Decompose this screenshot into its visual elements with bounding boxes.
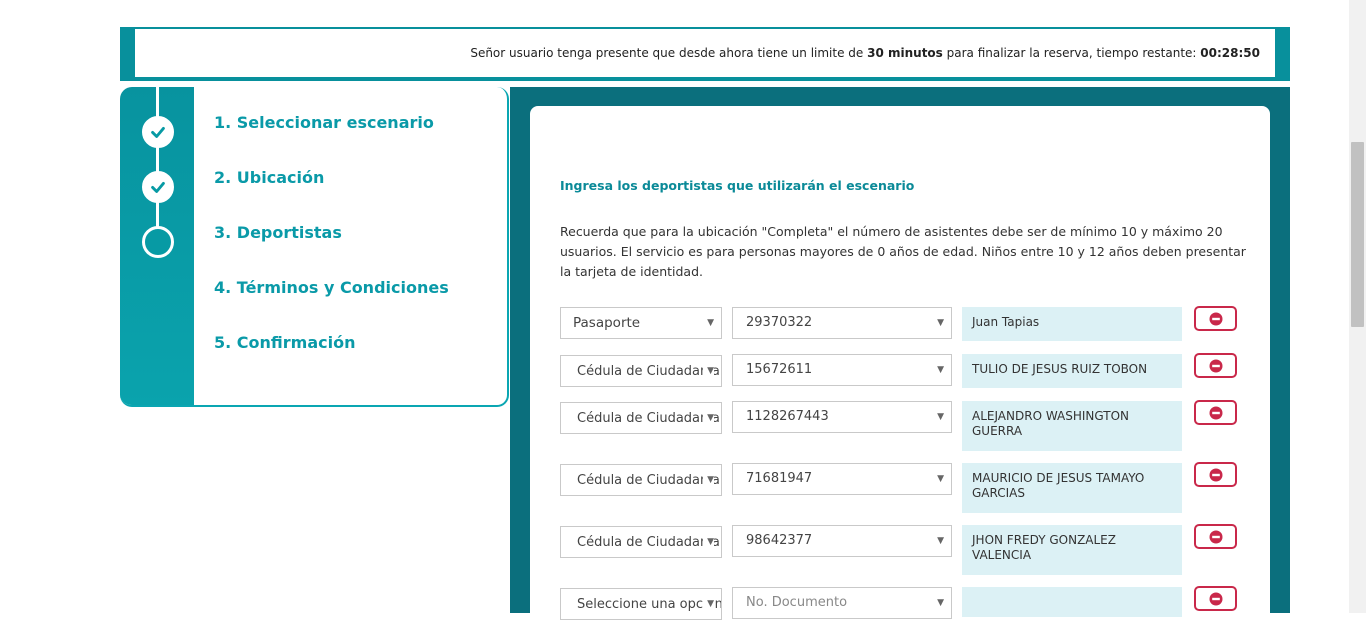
form-title: Ingresa los deportistas que utilizarán e… <box>560 178 915 193</box>
minus-circle-icon <box>1209 592 1222 605</box>
doc-type-value: Cédula de Ciudadanía <box>577 473 720 488</box>
doc-number-placeholder: No. Documento <box>746 595 848 610</box>
doc-type-select[interactable]: Seleccione una opción ▼ <box>560 588 722 620</box>
athlete-name: TULIO DE JESUS RUIZ TOBON <box>962 354 1182 388</box>
step-3-label[interactable]: 3. Deportistas <box>214 223 342 242</box>
dropdown-arrow-icon: ▼ <box>937 598 944 608</box>
timer-message: Señor usuario tenga presente que desde a… <box>135 29 1275 77</box>
dropdown-arrow-icon: ▼ <box>703 403 714 433</box>
page-scrollbar[interactable] <box>1349 0 1366 613</box>
athlete-name: MAURICIO DE JESUS TAMAYO GARCIAS <box>962 463 1182 513</box>
doc-number-select[interactable]: 71681947 ▼ <box>732 463 952 495</box>
minus-circle-icon <box>1209 312 1222 325</box>
steps-panel: 1. Seleccionar escenario 2. Ubicación 3.… <box>120 87 509 407</box>
remove-athlete-button[interactable] <box>1194 353 1237 378</box>
step-1-label[interactable]: 1. Seleccionar escenario <box>214 113 434 132</box>
athlete-name: ALEJANDRO WASHINGTON GUERRA <box>962 401 1182 451</box>
step-3-circle-icon <box>142 226 174 258</box>
dropdown-arrow-icon: ▼ <box>703 356 714 386</box>
doc-number-value: 98642377 <box>746 533 813 548</box>
remove-athlete-button[interactable] <box>1194 306 1237 331</box>
dropdown-arrow-icon: ▼ <box>937 365 944 375</box>
doc-number-select[interactable]: 98642377 ▼ <box>732 525 952 557</box>
timer-remaining: 00:28:50 <box>1200 46 1260 60</box>
doc-number-select[interactable]: 1128267443 ▼ <box>732 401 952 433</box>
dropdown-arrow-icon: ▼ <box>703 527 714 557</box>
dropdown-arrow-icon: ▼ <box>937 318 944 328</box>
doc-number-value: 29370322 <box>746 315 813 330</box>
step-4-label[interactable]: 4. Términos y Condiciones <box>214 278 449 297</box>
dropdown-arrow-icon: ▼ <box>707 318 714 328</box>
scrollbar-thumb[interactable] <box>1351 142 1364 327</box>
doc-number-select[interactable]: 29370322 ▼ <box>732 307 952 339</box>
dropdown-arrow-icon: ▼ <box>937 474 944 484</box>
athlete-name: JHON FREDY GONZALEZ VALENCIA <box>962 525 1182 575</box>
doc-type-value: Cédula de Ciudadanía <box>577 364 720 379</box>
doc-type-select[interactable]: Cédula de Ciudadanía ▼ <box>560 355 722 387</box>
doc-type-value: Cédula de Ciudadanía <box>577 535 720 550</box>
remove-athlete-button[interactable] <box>1194 462 1237 487</box>
dropdown-arrow-icon: ▼ <box>937 412 944 422</box>
doc-type-value: Cédula de Ciudadanía <box>577 411 720 426</box>
steps-rail <box>120 87 194 405</box>
doc-type-value: Seleccione una opción <box>577 597 722 612</box>
minus-circle-icon <box>1209 359 1222 372</box>
minus-circle-icon <box>1209 406 1222 419</box>
doc-type-select[interactable]: Pasaporte ▼ <box>560 307 722 339</box>
athlete-name: Juan Tapias <box>962 307 1182 341</box>
timer-banner: Señor usuario tenga presente que desde a… <box>120 27 1290 81</box>
doc-number-value: 15672611 <box>746 362 813 377</box>
timer-prefix: Señor usuario tenga presente que desde a… <box>470 46 868 60</box>
timer-middle: para finalizar la reserva, tiempo restan… <box>942 46 1201 60</box>
steps-connector <box>156 87 159 237</box>
doc-number-select[interactable]: 15672611 ▼ <box>732 354 952 386</box>
doc-type-value: Pasaporte <box>573 315 641 331</box>
remove-athlete-button[interactable] <box>1194 400 1237 425</box>
doc-number-input[interactable]: No. Documento ▼ <box>732 587 952 619</box>
doc-type-select[interactable]: Cédula de Ciudadanía ▼ <box>560 464 722 496</box>
step-2-check-icon <box>142 171 174 203</box>
dropdown-arrow-icon: ▼ <box>937 536 944 546</box>
step-2-label[interactable]: 2. Ubicación <box>214 168 324 187</box>
doc-number-value: 1128267443 <box>746 409 829 424</box>
minus-circle-icon <box>1209 468 1222 481</box>
step-1-check-icon <box>142 116 174 148</box>
doc-type-select[interactable]: Cédula de Ciudadanía ▼ <box>560 526 722 558</box>
step-5-label[interactable]: 5. Confirmación <box>214 333 355 352</box>
dropdown-arrow-icon: ▼ <box>703 589 714 619</box>
remove-athlete-button[interactable] <box>1194 524 1237 549</box>
doc-number-value: 71681947 <box>746 471 813 486</box>
remove-athlete-button[interactable] <box>1194 586 1237 611</box>
form-description: Recuerda que para la ubicación "Completa… <box>560 224 1246 279</box>
doc-type-select[interactable]: Cédula de Ciudadanía ▼ <box>560 402 722 434</box>
minus-circle-icon <box>1209 530 1222 543</box>
timer-limit: 30 minutos <box>867 46 943 60</box>
dropdown-arrow-icon: ▼ <box>703 465 714 495</box>
